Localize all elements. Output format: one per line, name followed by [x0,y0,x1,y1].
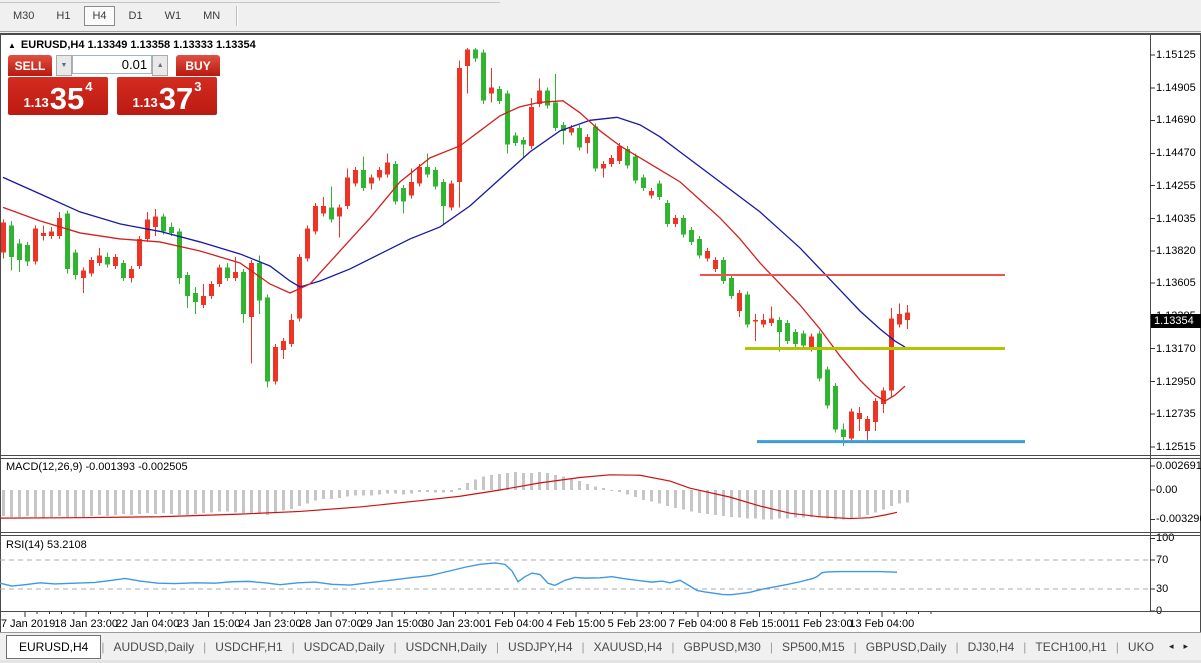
symbol-ohlc-text: EURUSD,H4 1.13349 1.13358 1.13333 1.1335… [21,39,256,51]
price-axis-label: 1.13605 [1156,277,1196,289]
current-price-badge: 1.13354 [1151,314,1201,328]
chart-tab-usdcnh-daily[interactable]: USDCNH,Daily [397,636,496,658]
toolbar-grip [0,2,500,3]
buy-price-pipette: 3 [194,79,201,94]
time-axis-label: 23 Jan 15:00 [177,618,241,630]
chart-tab-gbpusd-daily[interactable]: GBPUSD,Daily [857,636,956,658]
timeframe-button-d1[interactable]: D1 [121,6,151,26]
splitter-macd-rsi[interactable] [0,532,1201,533]
timeframe-button-mn[interactable]: MN [195,6,228,26]
rsi-axis-label: 70 [1156,554,1168,566]
splitter-macd-top [0,458,1201,459]
price-axis-label: 1.15125 [1156,49,1196,61]
chevron-up-icon: ▲ [157,62,164,69]
collapse-triangle-icon[interactable]: ▲ [8,41,16,50]
rsi-line [0,563,897,595]
chart-tab-gbpusd-m30[interactable]: GBPUSD,M30 [674,636,769,658]
chevron-down-icon: ▼ [60,62,67,69]
time-axis-label: 24 Jan 23:00 [238,618,302,630]
volume-input[interactable] [72,55,152,74]
timeframe-button-m30[interactable]: M30 [5,6,42,26]
macd-axis-label: -0.003296 [1156,513,1201,525]
chart-tab-dj30-h4[interactable]: DJ30,H4 [959,636,1024,658]
chart-tab-usdchf-h1[interactable]: USDCHF,H1 [206,636,291,658]
price-axis-label: 1.14255 [1156,180,1196,192]
timeframe-button-w1[interactable]: W1 [157,6,190,26]
time-axis-label: 29 Jan 15:00 [360,618,424,630]
price-axis-label: 1.14035 [1156,213,1196,225]
sell-price-pipette: 4 [85,79,92,94]
timeframe-buttons: M30 H1 H4 D1 W1MN [2,6,243,26]
time-axis-label: 8 Feb 15:00 [730,618,789,630]
tab-scroll-arrows: ◂▸ [1169,641,1188,652]
time-axis-label: 5 Feb 23:00 [608,618,667,630]
timeframe-button-h4[interactable]: H4 [84,6,114,26]
chart-tab-eurusd-h4[interactable]: EURUSD,H4 [6,635,101,659]
price-axis-label: 1.12515 [1156,441,1196,453]
price-axis-label: 1.14905 [1156,82,1196,94]
price-axis-label: 1.13170 [1156,343,1196,355]
rsi-axis-label: 30 [1156,583,1168,595]
price-axis-label: 1.14470 [1156,147,1196,159]
buy-price-prefix: 1.13 [132,95,157,110]
volume-increase-button[interactable]: ▲ [152,55,168,76]
sell-price-prefix: 1.13 [23,95,48,110]
time-axis-label: 28 Jan 07:00 [299,618,363,630]
timeframe-button-h1[interactable]: H1 [48,6,78,26]
ma-slow-line [3,117,905,347]
time-axis-label: 30 Jan 23:00 [422,618,486,630]
price-axis-label: 1.14690 [1156,114,1196,126]
toolbar-separator [236,6,238,26]
time-axis-label: 17 Jan 2019 [0,618,55,630]
splitter-rsi-top [0,535,1201,536]
time-axis-label: 4 Feb 15:00 [546,618,605,630]
time-axis-label: 7 Feb 04:00 [669,618,728,630]
volume-decrease-button[interactable]: ▼ [56,55,72,76]
timeframe-toolbar: M30 H1 H4 D1 W1MN [0,0,1201,32]
price-axis-label: 1.12950 [1156,376,1196,388]
scroll-right-icon[interactable]: ▸ [1183,641,1188,652]
chart-symbol-header: ▲ EURUSD,H4 1.13349 1.13358 1.13333 1.13… [8,39,256,51]
sell-price-main: 35 [50,86,84,112]
buy-price-button[interactable]: 1.13 37 3 [117,77,217,115]
price-axis-label: 1.13820 [1156,245,1196,257]
buy-price-main: 37 [159,86,193,112]
time-axis-label: 13 Feb 04:00 [849,618,914,630]
chart-tab-bar: EURUSD,H4|AUDUSD,Daily|USDCHF,H1|USDCAD,… [0,632,1201,660]
axis-border [0,611,1201,612]
chart-tab-sp500-m15[interactable]: SP500,M15 [773,636,854,658]
one-click-trading-panel: SELL ▼ ▲ BUY 1.13 35 4 1.13 37 3 [8,55,220,115]
time-axis-label: 22 Jan 04:00 [116,618,180,630]
splitter-main-macd[interactable] [0,455,1201,456]
chart-tab-uko[interactable]: UKO [1119,636,1163,658]
time-axis-label: 1 Feb 04:00 [485,618,544,630]
macd-axis-label: 0.002691 [1156,460,1201,472]
chart-tab-usdjpy-h4[interactable]: USDJPY,H4 [499,636,581,658]
sell-button[interactable]: SELL [8,55,52,76]
macd-histogram [2,472,909,519]
macd-axis-label: 0.00 [1156,484,1177,496]
sell-price-button[interactable]: 1.13 35 4 [8,77,108,115]
buy-button[interactable]: BUY [176,55,220,76]
scroll-left-icon[interactable]: ◂ [1169,641,1174,652]
rsi-title: RSI(14) 53.2108 [6,539,87,551]
price-axis-label: 1.12735 [1156,408,1196,420]
macd-title: MACD(12,26,9) -0.001393 -0.002505 [6,461,188,473]
chart-tab-audusd-daily[interactable]: AUDUSD,Daily [104,636,203,658]
chart-tab-usdcad-daily[interactable]: USDCAD,Daily [295,636,394,658]
time-axis-label: 18 Jan 23:00 [54,618,118,630]
time-axis-label: 11 Feb 23:00 [789,618,853,630]
chart-tab-tech100-h1[interactable]: TECH100,H1 [1026,636,1115,658]
chart-tab-xauusd-h4[interactable]: XAUUSD,H4 [585,636,672,658]
